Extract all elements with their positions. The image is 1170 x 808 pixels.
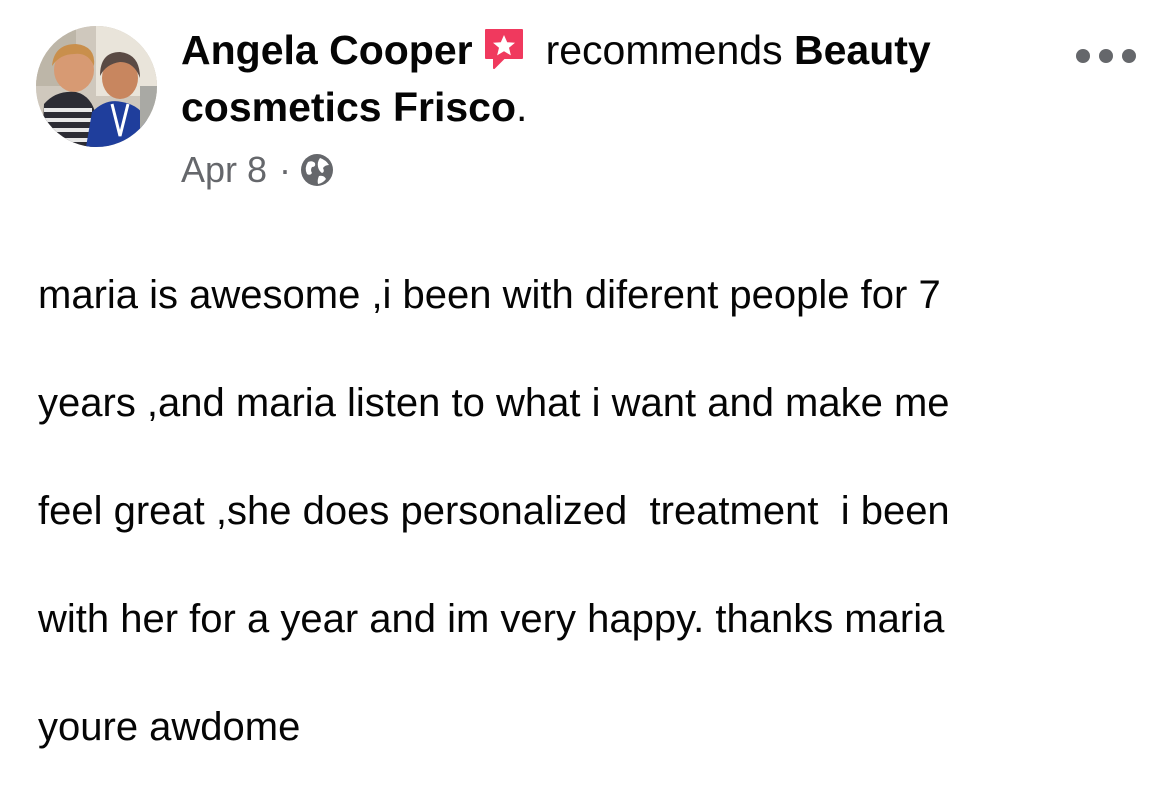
post-body: maria is awesome ,i been with diferent p… bbox=[38, 214, 1138, 808]
author-name[interactable]: Angela Cooper bbox=[181, 27, 473, 73]
body-line: feel great ,she does personalized treatm… bbox=[38, 489, 950, 533]
avatar-photo bbox=[36, 26, 157, 147]
body-line: maria is awesome ,i been with diferent p… bbox=[38, 273, 941, 317]
post-header: Angela Cooper recommends Beauty cosmetics… bbox=[181, 22, 1041, 136]
avatar[interactable] bbox=[36, 26, 157, 147]
meta-separator: · bbox=[279, 149, 292, 190]
more-dot bbox=[1099, 49, 1113, 63]
post-date[interactable]: Apr 8 bbox=[181, 148, 267, 192]
more-dot bbox=[1076, 49, 1090, 63]
recommends-text: recommends bbox=[545, 27, 783, 73]
more-dot bbox=[1122, 49, 1136, 63]
body-line: years ,and maria listen to what i want a… bbox=[38, 381, 950, 425]
page-name-suffix: . bbox=[516, 84, 528, 130]
post-meta: Apr 8 · bbox=[181, 148, 335, 192]
recommendation-post: Angela Cooper recommends Beauty cosmetics… bbox=[0, 0, 1170, 749]
body-line: with her for a year and im very happy. t… bbox=[38, 597, 945, 641]
globe-icon bbox=[299, 152, 335, 188]
body-line: youre awdome bbox=[38, 705, 301, 749]
recommendation-star-icon bbox=[482, 26, 526, 70]
more-options-icon[interactable] bbox=[1076, 44, 1136, 68]
